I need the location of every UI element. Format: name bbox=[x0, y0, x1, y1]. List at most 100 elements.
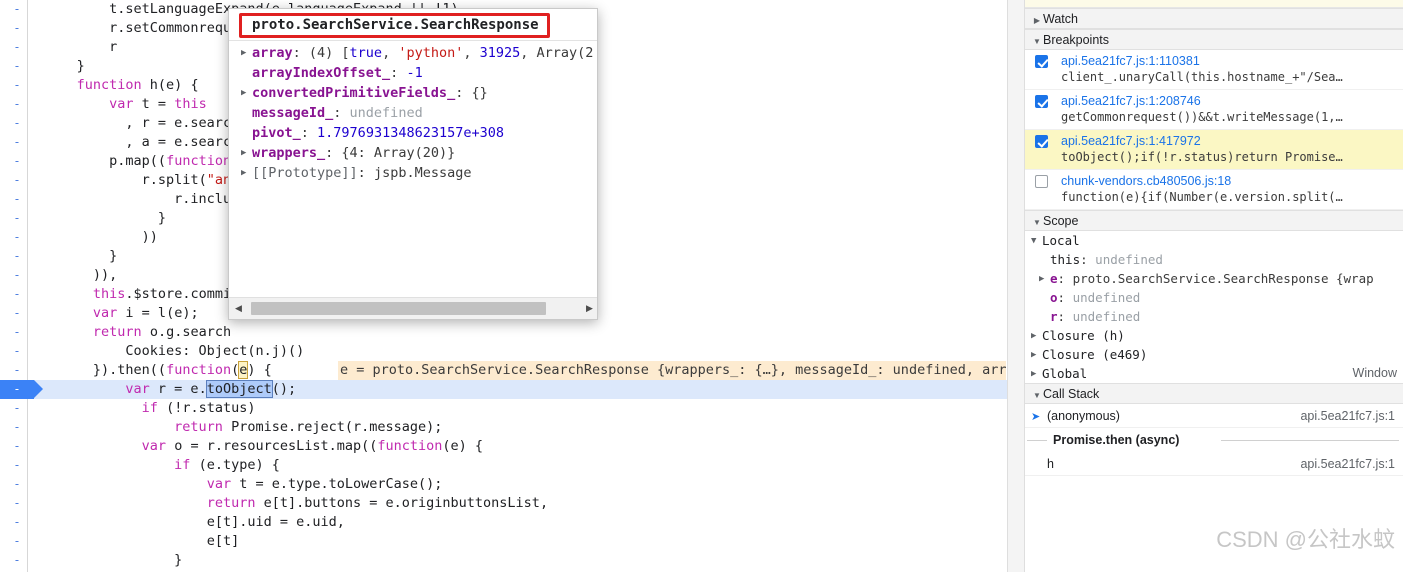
line-gutter-marker[interactable]: - bbox=[0, 190, 34, 209]
breakpoint-location[interactable]: chunk-vendors.cb480506.js:18 bbox=[1061, 173, 1397, 189]
disclosure-triangle-icon[interactable]: ▼ bbox=[1031, 232, 1042, 250]
code-line[interactable]: - if (!r.status) bbox=[0, 399, 1007, 418]
line-gutter-marker[interactable]: - bbox=[0, 285, 34, 304]
call-stack-frame-file[interactable]: api.5ea21fc7.js:1 bbox=[1300, 452, 1395, 476]
object-preview-popup[interactable]: proto.SearchService.SearchResponse ▶ arra… bbox=[228, 8, 598, 320]
line-gutter-marker[interactable]: - bbox=[0, 361, 34, 380]
scope-variable-row[interactable]: ▶this: undefined bbox=[1025, 250, 1403, 269]
code-line[interactable]: - var t = e.type.toLowerCase(); bbox=[0, 475, 1007, 494]
line-gutter-marker[interactable]: - bbox=[0, 95, 34, 114]
scope-group-row[interactable]: ▼ Local bbox=[1025, 231, 1403, 250]
breakpoint-location[interactable]: api.5ea21fc7.js:1:417972 bbox=[1061, 133, 1397, 149]
disclosure-triangle-icon[interactable]: ▶ bbox=[241, 163, 252, 183]
disclosure-triangle-icon[interactable]: ▶ bbox=[1031, 365, 1042, 383]
code-line[interactable]: - return o.g.search bbox=[0, 323, 1007, 342]
line-gutter-marker[interactable]: - bbox=[0, 57, 34, 76]
line-gutter-marker[interactable]: - bbox=[0, 532, 34, 551]
popup-property-row[interactable]: ▶ array: (4) [true, 'python', 31925, Arra… bbox=[229, 43, 597, 63]
section-header-watch[interactable]: Watch bbox=[1025, 8, 1403, 29]
scope-list[interactable]: ▼Local▶this: undefined▶e: proto.SearchSe… bbox=[1025, 231, 1403, 383]
property-value[interactable]: -1 bbox=[406, 65, 422, 81]
line-gutter-marker[interactable]: - bbox=[0, 475, 34, 494]
scroll-left-arrow-icon[interactable]: ◀ bbox=[230, 298, 247, 319]
line-gutter-marker[interactable]: - bbox=[0, 380, 43, 399]
scope-variable-row[interactable]: ▶r: undefined bbox=[1025, 307, 1403, 326]
scroll-right-arrow-icon[interactable]: ▶ bbox=[581, 298, 597, 319]
code-line[interactable]: - } bbox=[0, 551, 1007, 570]
disclosure-triangle-icon[interactable]: ▶ bbox=[1031, 346, 1042, 364]
line-gutter-marker[interactable]: - bbox=[0, 152, 34, 171]
scope-variable-row[interactable]: ▶o: undefined bbox=[1025, 288, 1403, 307]
line-gutter-marker[interactable]: - bbox=[0, 19, 34, 38]
line-gutter-marker[interactable]: - bbox=[0, 399, 34, 418]
panel-divider[interactable] bbox=[1007, 0, 1025, 572]
breakpoint-checkbox[interactable] bbox=[1035, 135, 1048, 148]
scope-group-row[interactable]: ▶ Global Window bbox=[1025, 364, 1403, 383]
line-gutter-marker[interactable]: - bbox=[0, 456, 34, 475]
line-gutter-marker[interactable]: - bbox=[0, 418, 34, 437]
line-gutter-marker[interactable]: - bbox=[0, 0, 34, 19]
scope-group-row[interactable]: ▶ Closure (h) bbox=[1025, 326, 1403, 345]
breakpoint-row[interactable]: api.5ea21fc7.js:1:208746 getCommonrequest… bbox=[1025, 90, 1403, 130]
breakpoint-row[interactable]: api.5ea21fc7.js:1:110381 client_.unaryCal… bbox=[1025, 50, 1403, 90]
code-line[interactable]: - return Promise.reject(r.message); bbox=[0, 418, 1007, 437]
breakpoint-checkbox[interactable] bbox=[1035, 175, 1048, 188]
popup-horizontal-scrollbar[interactable]: ◀ ▶ bbox=[229, 297, 597, 319]
code-line[interactable]: - if (e.type) { bbox=[0, 456, 1007, 475]
property-value[interactable]: 1.7976931348623157e+308 bbox=[317, 125, 504, 141]
popup-property-row[interactable]: ▶ convertedPrimitiveFields_: {} bbox=[229, 83, 597, 103]
property-value[interactable]: (4) [true, 'python', 31925, Array(2 bbox=[309, 45, 594, 61]
popup-property-row[interactable]: ▶ wrappers_: {4: Array(20)} bbox=[229, 143, 597, 163]
line-gutter-marker[interactable]: - bbox=[0, 551, 34, 570]
line-gutter-marker[interactable]: - bbox=[0, 513, 34, 532]
scope-variable-value[interactable]: proto.SearchService.SearchResponse {wrap bbox=[1073, 271, 1374, 286]
line-gutter-marker[interactable]: - bbox=[0, 304, 34, 323]
line-gutter-marker[interactable]: - bbox=[0, 76, 34, 95]
line-gutter-marker[interactable]: - bbox=[0, 133, 34, 152]
call-stack-frame[interactable]: ➤ (anonymous) api.5ea21fc7.js:1 bbox=[1025, 404, 1403, 428]
line-gutter-marker[interactable]: - bbox=[0, 323, 34, 342]
line-gutter-marker[interactable]: - bbox=[0, 114, 34, 133]
scrollbar-thumb[interactable] bbox=[251, 302, 546, 315]
line-gutter-marker[interactable]: - bbox=[0, 171, 34, 190]
breakpoint-row[interactable]: chunk-vendors.cb480506.js:18 function(e){… bbox=[1025, 170, 1403, 210]
popup-property-list[interactable]: ▶ array: (4) [true, 'python', 31925, Arra… bbox=[229, 43, 597, 183]
popup-property-row[interactable]: ▶ [[Prototype]]: jspb.Message bbox=[229, 163, 597, 183]
breakpoint-location[interactable]: api.5ea21fc7.js:1:110381 bbox=[1061, 53, 1397, 69]
code-line[interactable]: - var o = r.resourcesList.map((function(… bbox=[0, 437, 1007, 456]
disclosure-triangle-icon[interactable]: ▶ bbox=[1031, 327, 1042, 345]
call-stack-list[interactable]: ➤ (anonymous) api.5ea21fc7.js:1 Promise.the… bbox=[1025, 404, 1403, 476]
disclosure-triangle-icon[interactable]: ▶ bbox=[241, 83, 252, 103]
property-value[interactable]: {} bbox=[471, 85, 487, 101]
breakpoint-list[interactable]: api.5ea21fc7.js:1:110381 client_.unaryCal… bbox=[1025, 50, 1403, 210]
call-stack-frame-file[interactable]: api.5ea21fc7.js:1 bbox=[1300, 404, 1395, 428]
line-gutter-marker[interactable]: - bbox=[0, 437, 34, 456]
section-header-breakpoints[interactable]: Breakpoints bbox=[1025, 29, 1403, 50]
scope-variable-value[interactable]: undefined bbox=[1073, 309, 1141, 324]
code-line-current[interactable]: - var r = e.toObject(); bbox=[0, 380, 1007, 399]
line-gutter-marker[interactable]: - bbox=[0, 342, 34, 361]
code-line[interactable]: - e[t] bbox=[0, 532, 1007, 551]
line-gutter-marker[interactable]: - bbox=[0, 38, 34, 57]
line-gutter-marker[interactable]: - bbox=[0, 494, 34, 513]
line-gutter-marker[interactable]: - bbox=[0, 228, 34, 247]
section-header-scope[interactable]: Scope bbox=[1025, 210, 1403, 231]
property-value[interactable]: jspb.Message bbox=[374, 165, 472, 181]
disclosure-triangle-icon[interactable]: ▶ bbox=[241, 143, 252, 163]
line-gutter-marker[interactable]: - bbox=[0, 247, 34, 266]
call-stack-frame[interactable]: ➤hapi.5ea21fc7.js:1 bbox=[1025, 452, 1403, 476]
line-gutter-marker[interactable]: - bbox=[0, 209, 34, 228]
popup-property-row[interactable]: ▶messageId_: undefined bbox=[229, 103, 597, 123]
popup-property-row[interactable]: ▶pivot_: 1.7976931348623157e+308 bbox=[229, 123, 597, 143]
scope-variable-value[interactable]: undefined bbox=[1073, 290, 1141, 305]
debugger-sidebar[interactable]: Watch Breakpoints api.5ea21fc7.js:1:1103… bbox=[1025, 0, 1403, 572]
line-gutter-marker[interactable]: - bbox=[0, 266, 34, 285]
disclosure-triangle-icon[interactable]: ▶ bbox=[1039, 270, 1050, 288]
breakpoint-checkbox[interactable] bbox=[1035, 55, 1048, 68]
code-line[interactable]: - e[t].uid = e.uid, bbox=[0, 513, 1007, 532]
property-value[interactable]: {4: Array(20)} bbox=[341, 145, 455, 161]
breakpoint-checkbox[interactable] bbox=[1035, 95, 1048, 108]
code-line[interactable]: - Cookies: Object(n.j)() bbox=[0, 342, 1007, 361]
breakpoint-location[interactable]: api.5ea21fc7.js:1:208746 bbox=[1061, 93, 1397, 109]
scope-variable-value[interactable]: undefined bbox=[1095, 252, 1163, 267]
